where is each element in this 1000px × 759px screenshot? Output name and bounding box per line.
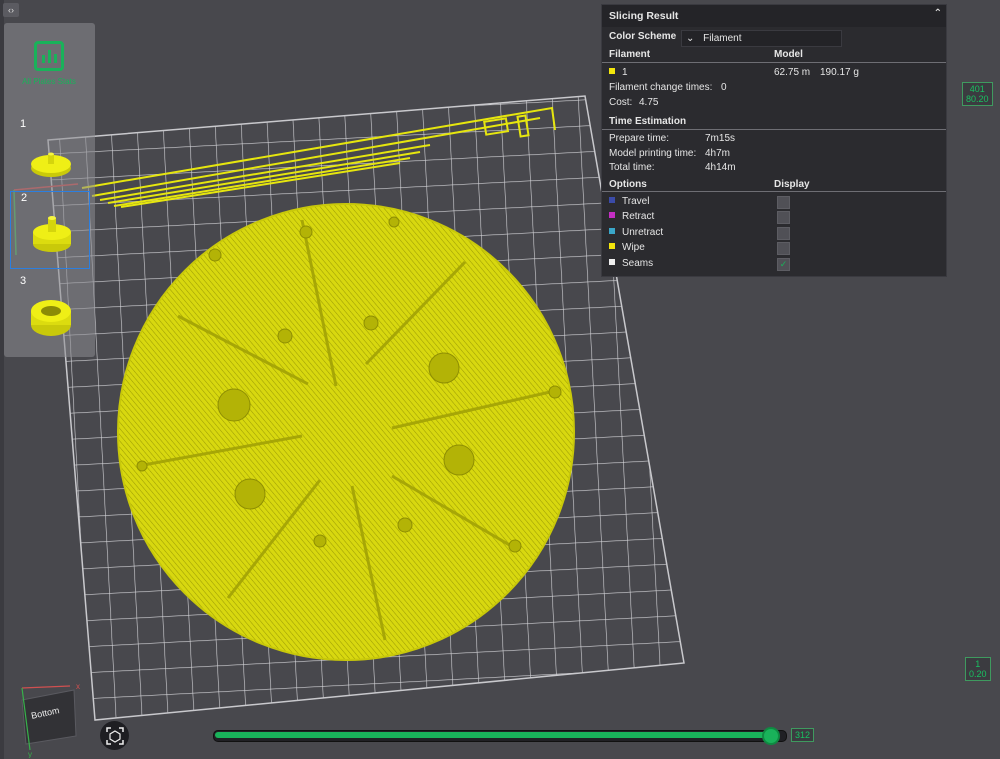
- unretract-display-checkbox[interactable]: [777, 227, 790, 240]
- slicing-result-panel: Slicing Result ⌃ Color Scheme ⌄ Filament…: [601, 4, 947, 277]
- travel-display-checkbox[interactable]: [777, 196, 790, 209]
- filament-length: 62.75 m: [774, 67, 811, 78]
- display-header: Display: [774, 179, 810, 190]
- option-label: Wipe: [622, 242, 645, 253]
- view-cube[interactable]: x y: [12, 678, 102, 758]
- slicing-result-title: Slicing Result: [609, 10, 679, 22]
- slicing-result-header: Slicing Result ⌃: [602, 5, 946, 27]
- time-estimation-header: Time Estimation: [609, 116, 687, 127]
- plate-item-2[interactable]: 2: [10, 191, 90, 269]
- bottom-layer-label[interactable]: 1 0.20: [965, 657, 991, 681]
- filament-color-swatch: [609, 68, 615, 74]
- options-header: Options: [609, 179, 647, 190]
- filament-row: 1: [609, 67, 628, 78]
- bottom-layer-number: 1: [975, 659, 981, 669]
- seams-color-swatch: [609, 259, 615, 265]
- sliced-disc-model: [117, 203, 575, 661]
- top-layer-number: 401: [969, 84, 985, 94]
- printing-time-value: 4h7m: [705, 148, 731, 159]
- printing-time-label: Model printing time:: [609, 148, 697, 159]
- filament-weight: 190.17 g: [820, 67, 859, 78]
- change-times-value: 0: [721, 82, 727, 93]
- option-seams: Seams: [609, 258, 653, 269]
- plate-item-1[interactable]: 1: [10, 118, 88, 194]
- collapse-chevron-icon[interactable]: ⌃: [934, 8, 942, 19]
- bottom-layer-height: 0.20: [969, 669, 987, 679]
- plate-sidebar: All Plates Stats 1 2 3: [4, 23, 95, 357]
- chevron-down-icon: ⌄: [686, 33, 695, 44]
- wipe-display-checkbox[interactable]: [777, 242, 790, 255]
- x-axis-label: x: [76, 682, 80, 691]
- 3d-viewport[interactable]: ‹› All Plates Stats 1 2 3 Slicing Result…: [0, 0, 1000, 759]
- top-layer-label[interactable]: 401 80.20: [962, 82, 993, 106]
- retract-color-swatch: [609, 212, 615, 218]
- move-slider[interactable]: [213, 727, 789, 745]
- wipe-color-swatch: [609, 243, 615, 249]
- color-scheme-value: Filament: [703, 33, 742, 44]
- seams-display-checkbox[interactable]: ✓: [777, 258, 790, 271]
- unretract-color-swatch: [609, 228, 615, 234]
- all-plates-stats-button[interactable]: All Plates Stats: [14, 37, 84, 113]
- all-plates-stats-label: All Plates Stats: [22, 77, 76, 86]
- prepare-time-label: Prepare time:: [609, 133, 670, 144]
- divider: [602, 129, 946, 130]
- option-unretract: Unretract: [609, 227, 663, 238]
- option-label: Seams: [622, 258, 654, 269]
- filament-header: Filament: [609, 49, 651, 60]
- total-time-label: Total time:: [609, 162, 655, 173]
- move-slider-fill: [215, 732, 771, 738]
- plate-thumbnail: [31, 152, 71, 177]
- filament-id: 1: [622, 67, 628, 78]
- divider: [602, 62, 946, 63]
- divider: [602, 191, 946, 192]
- fit-view-icon: [105, 726, 124, 745]
- color-scheme-dropdown[interactable]: ⌄ Filament: [681, 30, 842, 47]
- cost-label: Cost:: [609, 97, 633, 108]
- fit-view-button[interactable]: [100, 721, 129, 750]
- travel-color-swatch: [609, 197, 615, 203]
- option-label: Unretract: [622, 227, 664, 238]
- total-time-value: 4h14m: [705, 162, 736, 173]
- plate-number: 3: [20, 275, 27, 287]
- y-axis-label: y: [28, 750, 32, 758]
- plate-thumbnail: [31, 300, 71, 336]
- prepare-time-value: 7m15s: [705, 133, 736, 144]
- option-retract: Retract: [609, 211, 654, 222]
- option-wipe: Wipe: [609, 242, 645, 253]
- color-scheme-label: Color Scheme: [609, 31, 677, 42]
- option-travel: Travel: [609, 196, 649, 207]
- option-label: Travel: [622, 196, 650, 207]
- model-header: Model: [774, 49, 803, 60]
- top-layer-height: 80.20: [966, 94, 989, 104]
- change-times-label: Filament change times:: [609, 82, 713, 93]
- plate-number: 2: [21, 192, 28, 204]
- move-slider-thumb[interactable]: [762, 727, 780, 745]
- plate-item-3[interactable]: 3: [10, 275, 88, 351]
- move-slider-value: 312: [791, 728, 815, 742]
- retract-display-checkbox[interactable]: [777, 211, 790, 224]
- plate-thumbnail: [33, 216, 71, 252]
- option-label: Retract: [622, 211, 655, 222]
- plate-number: 1: [20, 118, 27, 130]
- cost-value: 4.75: [639, 97, 659, 108]
- bar-chart-icon: [34, 41, 64, 71]
